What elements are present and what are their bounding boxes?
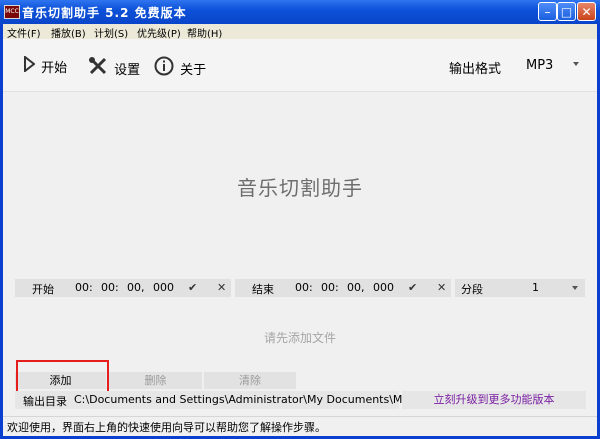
output-directory-path[interactable]: C:\Documents and Settings\Administrator\… — [74, 393, 447, 406]
menu-play[interactable]: 播放(B) — [51, 25, 86, 40]
output-format-select[interactable]: MP3 — [526, 58, 553, 73]
start-confirm-icon[interactable]: ✔ — [188, 281, 197, 294]
settings-tool-button[interactable]: 设置 — [88, 56, 141, 78]
tools-icon — [88, 56, 108, 80]
start-clear-icon[interactable]: ✕ — [217, 281, 226, 294]
about-tool-button[interactable]: 关于 — [154, 56, 207, 78]
segment-chevron-down-icon[interactable] — [572, 286, 578, 290]
start-second-field[interactable]: 00, — [127, 281, 145, 294]
start-ms-field[interactable]: 000 — [153, 281, 174, 294]
main-panel: 开始 设置 关于 输出格式 MP3 音乐切割助手 开始 00: 00: 00, … — [3, 39, 597, 436]
status-bar: 欢迎使用，界面右上角的快速使用向导可以帮助您了解操作步骤。 — [3, 416, 597, 435]
end-confirm-icon[interactable]: ✔ — [408, 281, 417, 294]
end-hour-field[interactable]: 00: — [295, 281, 313, 294]
menu-schedule[interactable]: 计划(S) — [94, 25, 128, 40]
menu-bar: 文件(F) 播放(B) 计划(S) 优先级(P) 帮助(H) — [3, 24, 597, 40]
settings-tool-label: 设置 — [114, 62, 141, 78]
clear-button[interactable]: 清除 — [204, 372, 296, 389]
output-format-label: 输出格式 — [449, 62, 502, 77]
window-title: 音乐切割助手 5.2 免费版本 — [22, 6, 187, 20]
info-icon — [154, 56, 174, 80]
start-tool-label: 开始 — [41, 60, 68, 76]
play-icon — [23, 54, 36, 76]
start-hour-field[interactable]: 00: — [75, 281, 93, 294]
end-clear-icon[interactable]: ✕ — [437, 281, 446, 294]
segment-panel: 分段 1 — [455, 279, 585, 297]
maximize-button[interactable]: □ — [557, 2, 576, 21]
segment-label: 分段 — [461, 283, 483, 296]
output-directory-label: 输出目录 — [23, 395, 67, 408]
menu-priority[interactable]: 优先级(P) — [137, 25, 181, 40]
end-ms-field[interactable]: 000 — [373, 281, 394, 294]
menu-file[interactable]: 文件(F) — [7, 25, 41, 40]
end-time-panel: 结束 00: 00: 00, 000 ✔ ✕ — [235, 279, 451, 297]
status-text: 欢迎使用，界面右上角的快速使用向导可以帮助您了解操作步骤。 — [7, 421, 326, 434]
output-directory-bar: 输出目录 C:\Documents and Settings\Administr… — [15, 391, 447, 409]
minimize-button[interactable]: – — [538, 2, 557, 21]
end-minute-field[interactable]: 00: — [321, 281, 339, 294]
title-bar: MCC 音乐切割助手 5.2 免费版本 – □ ✕ — [0, 0, 600, 24]
start-time-panel: 开始 00: 00: 00, 000 ✔ ✕ — [15, 279, 231, 297]
chevron-down-icon[interactable] — [573, 62, 579, 66]
end-time-label: 结束 — [252, 283, 274, 296]
menu-help[interactable]: 帮助(H) — [187, 25, 222, 40]
toolbar: 开始 设置 关于 输出格式 MP3 — [3, 39, 597, 92]
segment-select[interactable]: 1 — [532, 281, 539, 294]
close-button[interactable]: ✕ — [577, 2, 596, 21]
empty-hint: 请先添加文件 — [263, 331, 336, 345]
start-tool-button[interactable]: 开始 — [23, 54, 68, 76]
app-window: MCC 音乐切割助手 5.2 免费版本 – □ ✕ 文件(F) 播放(B) 计划… — [0, 0, 600, 439]
upgrade-link[interactable]: 立刻升级到更多功能版本 — [402, 391, 586, 409]
app-icon: MCC — [4, 5, 20, 19]
about-tool-label: 关于 — [180, 62, 207, 78]
delete-button[interactable]: 删除 — [109, 372, 202, 389]
start-minute-field[interactable]: 00: — [101, 281, 119, 294]
end-second-field[interactable]: 00, — [347, 281, 365, 294]
start-time-label: 开始 — [32, 283, 54, 296]
app-heading: 音乐切割助手 — [237, 176, 363, 200]
